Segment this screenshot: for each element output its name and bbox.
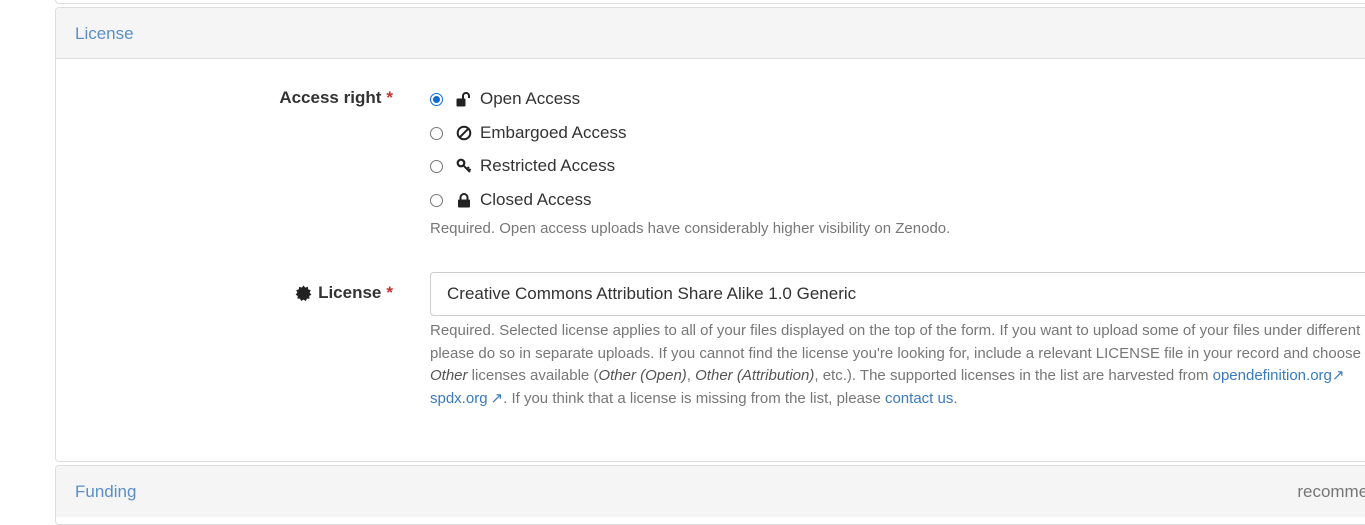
external-link-icon: ↗ (490, 389, 504, 407)
recommended-badge: recommended (1297, 482, 1365, 501)
license-help: Required. Selected license applies to al… (430, 322, 1365, 407)
previous-panel-edge (55, 0, 1365, 4)
radio-button-restricted-access[interactable] (430, 159, 443, 173)
unlock-icon (456, 91, 472, 107)
funding-panel: Funding recommended (55, 465, 1365, 525)
lock-icon (456, 192, 472, 208)
ban-icon (456, 125, 472, 141)
funding-heading-text: Funding (75, 482, 137, 501)
embargoed-access-label: Embargoed Access (480, 123, 627, 142)
spdx-link[interactable]: spdx.org (430, 390, 488, 407)
access-right-label: Access right * (279, 88, 393, 107)
license-heading-text: License (75, 24, 134, 43)
radio-restricted-access[interactable]: Restricted Access (430, 156, 615, 176)
contact-us-link[interactable]: contact us (885, 390, 953, 407)
radio-embargoed-access[interactable]: Embargoed Access (430, 123, 626, 143)
required-mark: * (386, 283, 393, 302)
license-input[interactable]: Creative Commons Attribution Share Alike… (430, 272, 1365, 316)
access-right-help: Required. Open access uploads have consi… (430, 220, 951, 237)
required-mark: * (386, 88, 393, 107)
certificate-icon (295, 285, 312, 302)
restricted-access-label: Restricted Access (480, 156, 616, 175)
open-access-label: Open Access (480, 89, 581, 108)
radio-button-open-access[interactable] (430, 92, 443, 106)
opendefinition-link[interactable]: opendefinition.org (1213, 367, 1332, 384)
key-icon (456, 158, 472, 174)
license-panel-heading[interactable]: License (56, 8, 1365, 59)
radio-button-embargoed-access[interactable] (430, 126, 443, 140)
funding-panel-heading[interactable]: Funding recommended (56, 466, 1365, 517)
radio-button-closed-access[interactable] (430, 193, 443, 207)
closed-access-label: Closed Access (480, 190, 592, 209)
external-link-icon: ↗ (1331, 367, 1345, 384)
radio-open-access[interactable]: Open Access (430, 89, 580, 109)
radio-closed-access[interactable]: Closed Access (430, 190, 592, 210)
license-label: License * (295, 283, 393, 303)
